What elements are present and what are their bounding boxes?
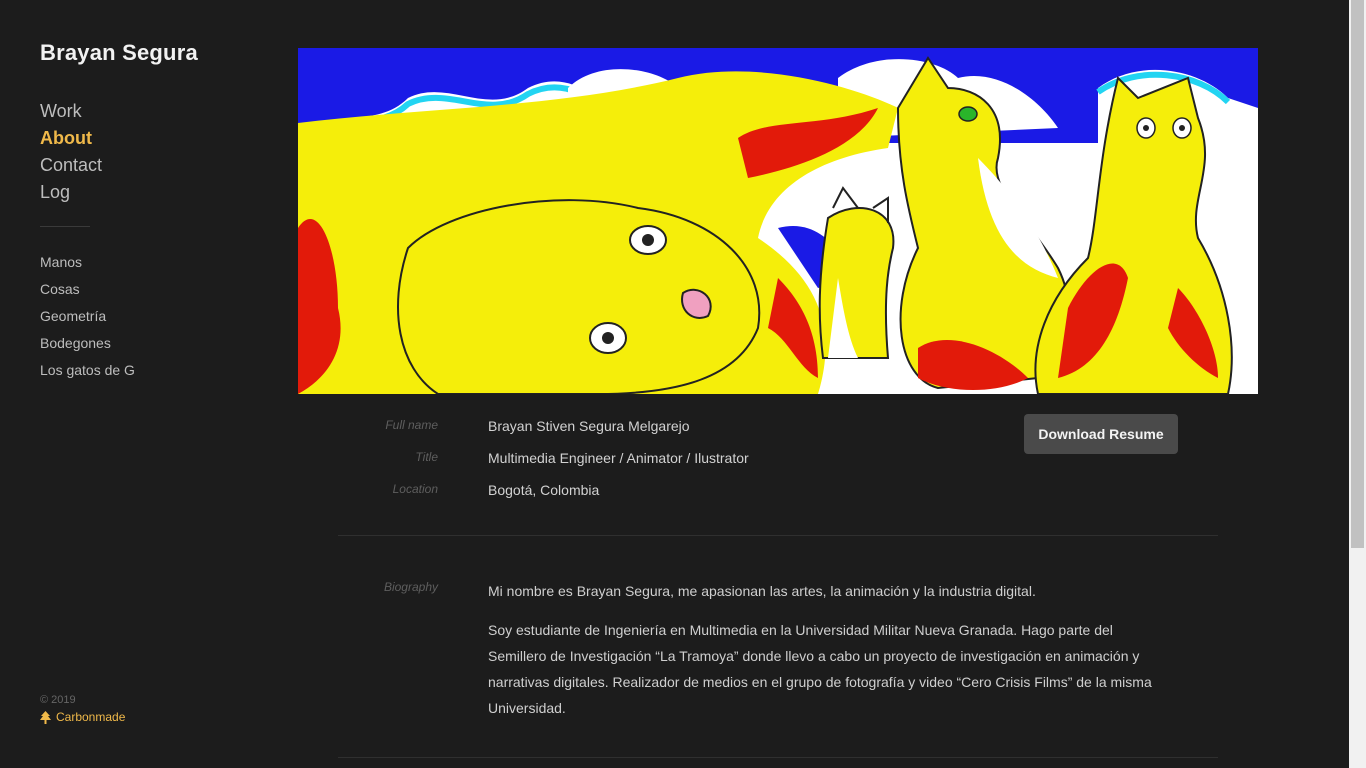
biography-label: Biography: [383, 580, 438, 594]
nav-log[interactable]: Log: [40, 179, 260, 206]
nav-about[interactable]: About: [40, 125, 260, 152]
biography-paragraph-2: Soy estudiante de Ingeniería en Multimed…: [488, 622, 1152, 716]
project-manos[interactable]: Manos: [40, 249, 260, 276]
nav-contact[interactable]: Contact: [40, 152, 260, 179]
section-divider: [338, 535, 1218, 536]
scrollbar-thumb[interactable]: [1351, 0, 1364, 548]
biography-text: Mi nombre es Brayan Segura, me apasionan…: [488, 578, 1158, 734]
page-scrollbar[interactable]: [1349, 0, 1366, 768]
hero-image: [298, 48, 1258, 394]
sidebar: Brayan Segura Work About Contact Log Man…: [40, 40, 260, 384]
full-name-value: Brayan Stiven Segura Melgarejo: [488, 418, 690, 434]
project-nav: Manos Cosas Geometría Bodegones Los gato…: [40, 249, 260, 384]
download-resume-button[interactable]: Download Resume: [1024, 414, 1178, 454]
location-label: Location: [392, 482, 438, 496]
biography-paragraph-1: Mi nombre es Brayan Segura, me apasionan…: [488, 583, 1036, 599]
project-cosas[interactable]: Cosas: [40, 276, 260, 303]
copyright-text: © 2019: [40, 694, 76, 706]
title-label: Title: [415, 450, 438, 464]
location-value: Bogotá, Colombia: [488, 482, 600, 498]
project-los-gatos-de-g[interactable]: Los gatos de G: [40, 357, 260, 384]
nav-divider: [40, 226, 90, 227]
title-value: Multimedia Engineer / Animator / Ilustra…: [488, 450, 749, 466]
project-bodegones[interactable]: Bodegones: [40, 330, 260, 357]
main-nav: Work About Contact Log: [40, 98, 260, 206]
project-geometria[interactable]: Geometría: [40, 303, 260, 330]
tree-icon: [40, 711, 51, 724]
site-title[interactable]: Brayan Segura: [40, 40, 260, 66]
section-divider-bottom: [338, 757, 1218, 758]
cats-illustration: [298, 48, 1258, 394]
carbonmade-label: Carbonmade: [56, 710, 126, 724]
carbonmade-link[interactable]: Carbonmade: [40, 709, 125, 726]
full-name-label: Full name: [385, 418, 438, 432]
sidebar-footer: © 2019 Carbonmade: [40, 692, 125, 726]
nav-work[interactable]: Work: [40, 98, 260, 125]
